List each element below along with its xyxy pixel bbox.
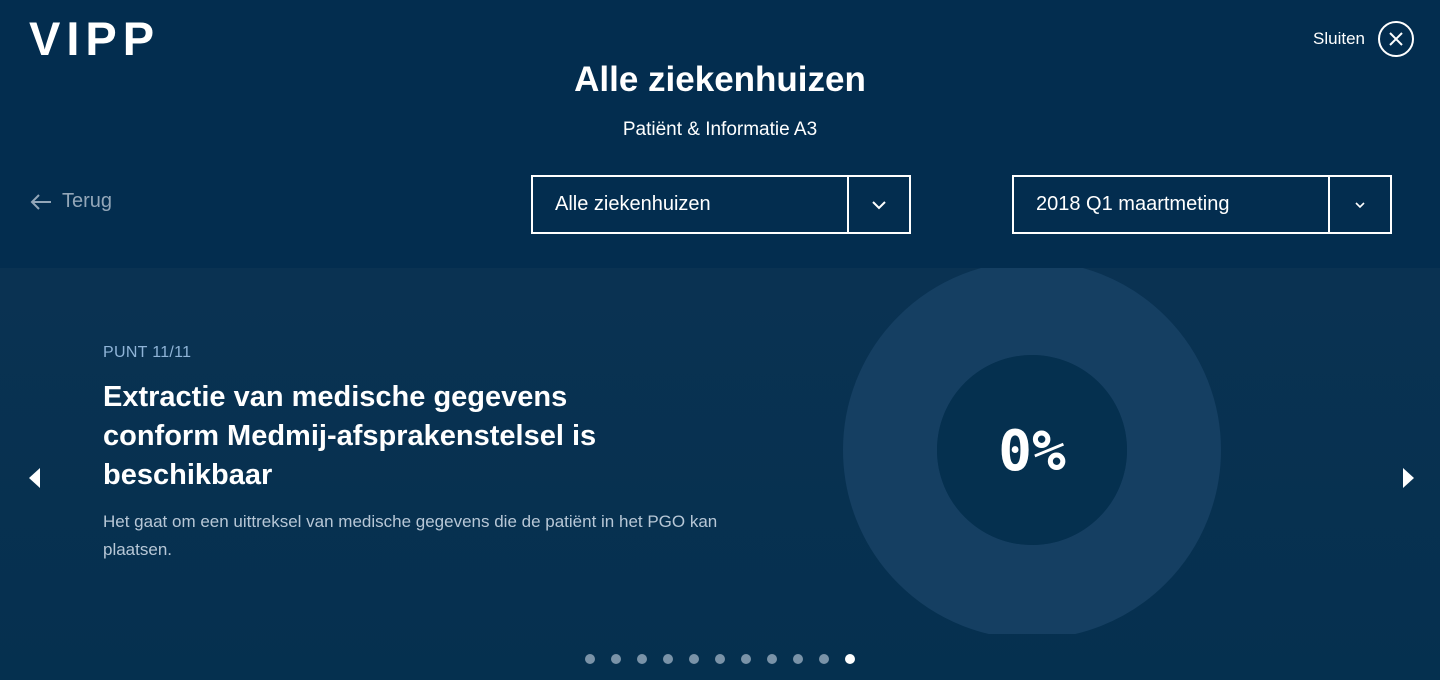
slide: PUNT 11/11 Extractie van medische gegeve… xyxy=(0,268,1440,680)
triangle-left-icon xyxy=(29,468,40,488)
point-label: PUNT 11/11 xyxy=(103,344,192,361)
hospital-select-value: Alle ziekenhuizen xyxy=(555,193,711,215)
close-label[interactable]: Sluiten xyxy=(1313,29,1365,49)
vipp-logo[interactable]: VIPP xyxy=(29,14,160,64)
close-button[interactable]: Sluiten xyxy=(1313,21,1414,57)
next-slide-button[interactable] xyxy=(1399,466,1419,490)
pagination-dot[interactable] xyxy=(741,654,751,664)
back-label: Terug xyxy=(62,190,113,212)
pagination-dot[interactable] xyxy=(715,654,725,664)
slide-description: Het gaat om een uittreksel van medische … xyxy=(103,512,718,559)
pagination-dot[interactable] xyxy=(585,654,595,664)
pagination-dot[interactable] xyxy=(611,654,621,664)
chevron-down-icon xyxy=(872,200,886,209)
page-subtitle: Patiënt & Informatie A3 xyxy=(622,119,818,140)
arrow-left-icon xyxy=(30,193,51,210)
header: VIPP Sluiten Alle ziekenhuizen Patiënt &… xyxy=(0,0,1440,268)
measurement-select-toggle[interactable] xyxy=(1328,177,1390,232)
page-title: Alle ziekenhuizen xyxy=(574,60,866,99)
measurement-select[interactable]: 2018 Q1 maartmeting xyxy=(1012,175,1392,234)
measurement-select-value: 2018 Q1 maartmeting xyxy=(1036,193,1230,215)
chevron-down-icon xyxy=(1355,201,1365,208)
pagination-dot[interactable] xyxy=(663,654,673,664)
slide-title: Extractie van medische gegevens conform … xyxy=(103,381,597,491)
back-link[interactable]: Terug xyxy=(30,190,112,213)
triangle-right-icon xyxy=(1403,468,1414,488)
pagination-dot[interactable] xyxy=(845,654,855,664)
pagination-dots xyxy=(0,654,1440,664)
hospital-select-toggle[interactable] xyxy=(847,177,909,232)
previous-slide-button[interactable] xyxy=(26,466,46,490)
pagination-dot[interactable] xyxy=(819,654,829,664)
hospital-select[interactable]: Alle ziekenhuizen xyxy=(531,175,911,234)
pagination-dot[interactable] xyxy=(767,654,777,664)
percentage-value: 0% xyxy=(998,419,1066,484)
pagination-dot[interactable] xyxy=(793,654,803,664)
pagination-dot[interactable] xyxy=(637,654,647,664)
close-icon[interactable] xyxy=(1378,21,1414,57)
pagination-dot[interactable] xyxy=(689,654,699,664)
